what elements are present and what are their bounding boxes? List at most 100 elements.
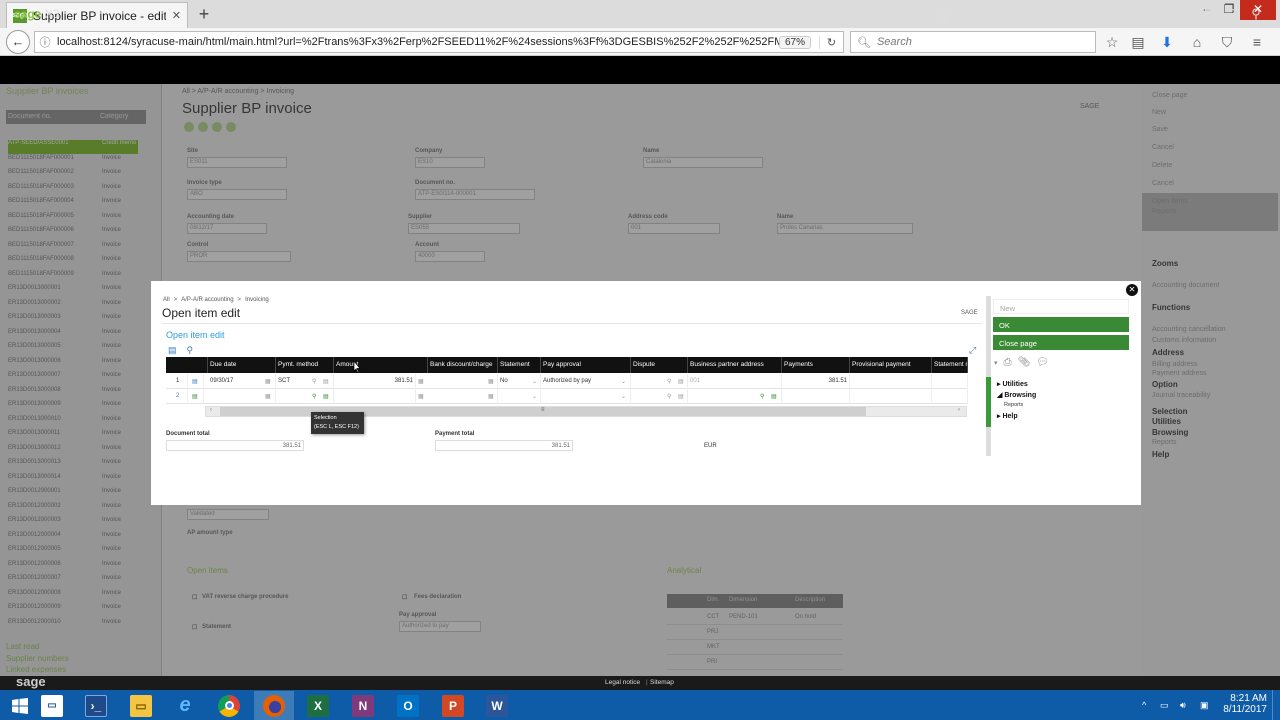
volume-icon[interactable]: 🔊︎ bbox=[1180, 700, 1186, 711]
download-icon[interactable]: ⬇ bbox=[1158, 33, 1176, 51]
folder-name[interactable]: SEED11 bbox=[1120, 10, 1154, 20]
attachment-icon[interactable]: 📎︎ bbox=[1018, 357, 1031, 368]
crumb-ap-ar[interactable]: A/P-A/R accounting bbox=[181, 297, 233, 303]
address-bar[interactable]: ⓘ localhost:8124/syracuse-main/html/main… bbox=[34, 31, 844, 53]
back-arrow-icon[interactable]: ← bbox=[6, 30, 30, 54]
tray-chevron-icon[interactable]: ^ bbox=[1142, 700, 1146, 710]
selection-icon[interactable]: ▤ bbox=[323, 378, 329, 385]
reports-link[interactable]: Reports bbox=[1004, 402, 1023, 408]
pay-approval-cell[interactable] bbox=[541, 389, 631, 404]
help-menu[interactable]: ▸ Help bbox=[997, 412, 1018, 420]
crumb-all[interactable]: All bbox=[163, 297, 170, 303]
info-icon[interactable]: ⓘ bbox=[35, 34, 55, 50]
col-statement-n[interactable]: Statement n bbox=[932, 357, 968, 373]
zoom-indicator[interactable]: 67% bbox=[778, 35, 811, 49]
pay-approval-cell[interactable]: Authorized by pay bbox=[541, 374, 631, 389]
table-settings-icon[interactable]: ▤ bbox=[168, 345, 177, 356]
chevron-down-icon[interactable]: ⌄ bbox=[532, 393, 537, 400]
chrome-app[interactable] bbox=[209, 691, 249, 720]
calendar-icon[interactable]: ▦ bbox=[265, 378, 271, 385]
pocket-icon[interactable]: ⛉ bbox=[1218, 33, 1236, 51]
lookup-icon[interactable]: ⚲ bbox=[667, 393, 671, 400]
amount-cell[interactable]: 381.51 bbox=[334, 374, 416, 389]
notepad-icon[interactable]: ▤ bbox=[1202, 6, 1218, 22]
calculator-icon[interactable]: ▦ bbox=[418, 393, 424, 400]
chevron-down-icon[interactable]: ▾ bbox=[994, 359, 998, 367]
internet-explorer-app[interactable]: e bbox=[165, 691, 205, 720]
input-language-icon[interactable]: ▣ bbox=[1200, 700, 1209, 711]
print-icon[interactable]: ⎙ bbox=[1004, 357, 1012, 368]
panel-splitter[interactable] bbox=[986, 296, 991, 456]
reading-list-icon[interactable]: ▤ bbox=[1129, 33, 1147, 51]
calculator-icon[interactable]: ▦ bbox=[488, 378, 494, 385]
col-bank-discount[interactable]: Bank discount/charge bbox=[428, 357, 498, 373]
col-dispute[interactable]: Dispute bbox=[631, 357, 688, 373]
expand-grid-icon[interactable]: ⤢ bbox=[969, 345, 976, 356]
calculator-icon[interactable]: ▦ bbox=[488, 393, 494, 400]
lookup-icon[interactable]: ⚲ bbox=[667, 378, 671, 385]
calendar-icon[interactable]: ▦ bbox=[265, 393, 271, 400]
excel-app[interactable]: X bbox=[298, 691, 338, 720]
selection-icon[interactable]: ▤ bbox=[771, 393, 777, 400]
comment-icon[interactable]: 💬︎ bbox=[1036, 357, 1049, 368]
chevron-down-icon[interactable]: ⌄ bbox=[621, 393, 626, 400]
search-input[interactable]: 🔍︎ Search bbox=[850, 31, 1096, 53]
taskbar-clock[interactable]: 8:21 AM 8/11/2017 bbox=[1215, 693, 1267, 715]
panel-toggle[interactable] bbox=[986, 377, 991, 427]
bp-address-cell[interactable]: 001 bbox=[688, 374, 782, 389]
selection-icon[interactable]: ▤ bbox=[323, 393, 329, 400]
col-pymt-method[interactable]: Pymt. method bbox=[276, 357, 334, 373]
user-role[interactable]: Super administ... bbox=[1044, 10, 1112, 20]
new-tab-button[interactable]: + bbox=[194, 4, 214, 24]
col-pay-approval[interactable]: Pay approval bbox=[541, 357, 631, 373]
scroll-right-icon[interactable]: › bbox=[958, 407, 960, 413]
user-avatar[interactable] bbox=[934, 6, 952, 24]
network-icon[interactable]: ▭ bbox=[1160, 700, 1169, 711]
onenote-app[interactable]: N bbox=[343, 691, 383, 720]
close-dialog-icon[interactable]: ✕ bbox=[1126, 284, 1138, 296]
lookup-icon[interactable]: ⚲ bbox=[312, 378, 316, 385]
bookmark-star-icon[interactable]: ☆ bbox=[1103, 33, 1121, 51]
show-desktop-button[interactable] bbox=[1272, 690, 1280, 720]
close-page-button[interactable]: Close page bbox=[993, 335, 1129, 350]
row-detail-icon[interactable]: ▤ bbox=[190, 374, 204, 389]
amount-cell[interactable] bbox=[334, 389, 416, 404]
close-tab-icon[interactable]: ✕ bbox=[172, 9, 181, 22]
grip-icon[interactable]: ≡ bbox=[541, 407, 545, 413]
scroll-left-icon[interactable]: ‹ bbox=[210, 407, 212, 413]
favorites-star-icon[interactable]: ☆ bbox=[1180, 6, 1196, 22]
bp-address-cell[interactable] bbox=[688, 389, 782, 404]
lookup-icon[interactable]: ⚲ bbox=[312, 393, 316, 400]
legal-notice-link[interactable]: Legal notice bbox=[605, 679, 640, 686]
ok-button[interactable]: OK bbox=[993, 317, 1129, 332]
sage-logo[interactable]: sage X3 bbox=[14, 7, 59, 21]
task-view-button[interactable]: ▭ bbox=[32, 691, 72, 720]
word-app[interactable]: W bbox=[477, 691, 517, 720]
search-icon[interactable]: ⚲ bbox=[1248, 6, 1264, 22]
col-due-date[interactable]: Due date bbox=[208, 357, 276, 373]
table-row[interactable]: 1 ▤ 09/30/17 ▦ SCT ⚲ ▤ 381.51 ▦ ▦ No ⌄ A… bbox=[166, 374, 968, 389]
file-explorer-app[interactable]: ▭ bbox=[121, 691, 161, 720]
search-icon[interactable]: ⚲ bbox=[187, 345, 194, 356]
browsing-menu[interactable]: ◢ Browsing bbox=[997, 391, 1036, 399]
menu-icon[interactable]: ≡ bbox=[1248, 33, 1266, 51]
crumb-invoicing[interactable]: Invoicing bbox=[245, 297, 269, 303]
outlook-app[interactable]: O bbox=[388, 691, 428, 720]
chevron-down-icon[interactable]: ⌄ bbox=[621, 378, 626, 385]
home-icon[interactable]: ⌂ bbox=[1158, 6, 1174, 22]
user-name[interactable]: Super administrator bbox=[958, 10, 1037, 20]
utilities-menu[interactable]: ▸ Utilities bbox=[997, 380, 1028, 388]
table-row[interactable]: 2 ▤ ▦ ⚲ ▤ ▦ ▦ ⌄ ⌄ ⚲ ▤ ⚲ ▤ bbox=[166, 389, 968, 404]
col-statement[interactable]: Statement bbox=[498, 357, 541, 373]
calculator-icon[interactable]: ▦ bbox=[418, 378, 424, 385]
col-payments[interactable]: Payments bbox=[782, 357, 850, 373]
home-icon[interactable]: ⌂ bbox=[1188, 33, 1206, 51]
help-icon[interactable]: ? bbox=[1224, 6, 1240, 22]
selection-icon[interactable]: ▤ bbox=[678, 393, 684, 400]
col-amount[interactable]: Amount bbox=[334, 357, 428, 373]
powerpoint-app[interactable]: P bbox=[433, 691, 473, 720]
chevron-down-icon[interactable]: ⌄ bbox=[532, 378, 537, 385]
url-text[interactable]: localhost:8124/syracuse-main/html/main.h… bbox=[55, 36, 779, 48]
powershell-app[interactable]: ›_ bbox=[76, 691, 116, 720]
sitemap-link[interactable]: Sitemap bbox=[650, 679, 674, 686]
